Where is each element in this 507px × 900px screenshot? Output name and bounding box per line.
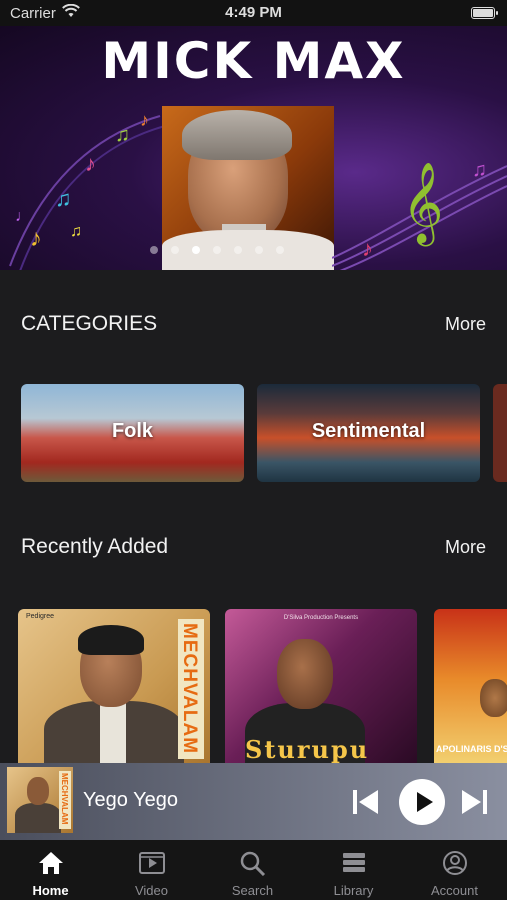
recently-added-more-link[interactable]: More — [445, 537, 486, 558]
search-icon — [240, 851, 266, 876]
category-label: Folk — [111, 420, 154, 442]
previous-track-icon[interactable] — [350, 787, 380, 817]
tab-account[interactable]: Account — [404, 840, 505, 900]
carousel-dot[interactable] — [150, 246, 158, 254]
categories-title: CATEGORIES — [21, 312, 158, 335]
svg-text:♪: ♪ — [30, 225, 42, 252]
album-credit: D'Silva Production Presents — [283, 615, 359, 621]
svg-text:♩: ♩ — [15, 208, 31, 225]
album-card[interactable]: D'Silva Production Presents Sturupu — [225, 609, 417, 764]
categories-more-link[interactable]: More — [445, 314, 486, 335]
treble-clef-decoration-icon: 𝄞 ♪ ♫ — [332, 159, 507, 270]
tab-video[interactable]: Video — [101, 840, 202, 900]
carousel-dot[interactable] — [192, 246, 200, 254]
tab-search[interactable]: Search — [202, 840, 303, 900]
tab-label: Account — [431, 883, 478, 898]
album-cover-title: MECHVALAM — [179, 623, 200, 755]
carousel-dot[interactable] — [255, 246, 263, 254]
play-icon — [417, 792, 433, 812]
recently-added-header: Recently Added More — [21, 533, 486, 561]
tab-bar: Home Video Search Library Account — [0, 840, 507, 900]
account-icon — [443, 851, 467, 875]
tab-home[interactable]: Home — [0, 840, 101, 900]
album-card[interactable]: APOLINARIS D'S — [434, 609, 507, 764]
home-icon — [39, 852, 63, 874]
music-notes-decoration-icon: ♪ ♫ ♪ ♫ ♪ ♩ ♫ — [9, 110, 166, 270]
artwork-text: MECHVALAM — [60, 773, 69, 825]
status-bar: Carrier 4:49 PM — [0, 0, 507, 26]
library-icon — [343, 853, 365, 872]
now-playing-artwork: MECHVALAM — [7, 767, 73, 833]
svg-text:♪: ♪ — [85, 151, 96, 176]
recently-added-list: Pedigree MECHVALAM D'Silva Production Pr… — [18, 609, 507, 764]
hero-banner[interactable]: ♪ ♫ ♪ ♫ ♪ ♩ ♫ MICK MAX 𝄞 ♪ ♫ — [0, 26, 507, 270]
carousel-dot[interactable] — [171, 246, 179, 254]
svg-text:♫: ♫ — [115, 124, 130, 146]
mini-player[interactable]: MECHVALAM Yego Yego — [0, 763, 507, 840]
svg-text:♫: ♫ — [70, 223, 82, 240]
battery-icon — [471, 7, 498, 19]
category-label: Sentimental — [311, 420, 426, 442]
category-card-partial[interactable] — [493, 384, 507, 482]
svg-text:♪: ♪ — [362, 236, 373, 261]
carousel-dot[interactable] — [234, 246, 242, 254]
recently-added-title: Recently Added — [21, 535, 169, 558]
svg-text:♫: ♫ — [55, 186, 72, 211]
banner-title: MICK MAX — [101, 32, 406, 90]
carousel-dot[interactable] — [213, 246, 221, 254]
tab-label: Search — [231, 883, 274, 898]
play-button[interactable] — [399, 779, 445, 825]
tab-label: Library — [333, 883, 374, 898]
carousel-dot[interactable] — [276, 246, 284, 254]
album-badge: Pedigree — [26, 613, 55, 620]
category-card-sentimental[interactable]: Sentimental — [257, 384, 480, 482]
album-cover-title: Sturupu — [245, 735, 370, 764]
tab-label: Home — [32, 883, 69, 898]
categories-header: CATEGORIES More — [21, 310, 486, 338]
tab-library[interactable]: Library — [303, 840, 404, 900]
svg-text:♫: ♫ — [472, 159, 487, 181]
tab-label: Video — [134, 883, 168, 898]
album-card[interactable]: Pedigree MECHVALAM — [18, 609, 210, 764]
svg-text:♪: ♪ — [140, 110, 149, 130]
next-track-icon[interactable] — [460, 787, 490, 817]
svg-text:𝄞: 𝄞 — [402, 163, 443, 246]
now-playing-title: Yego Yego — [83, 789, 178, 811]
categories-list: Folk Sentimental — [21, 384, 507, 482]
album-cover-title: APOLINARIS D'S — [436, 744, 507, 754]
status-time: 4:49 PM — [225, 4, 282, 21]
carousel-indicator[interactable] — [150, 246, 284, 254]
video-icon — [139, 852, 165, 874]
category-card-folk[interactable]: Folk — [21, 384, 244, 482]
